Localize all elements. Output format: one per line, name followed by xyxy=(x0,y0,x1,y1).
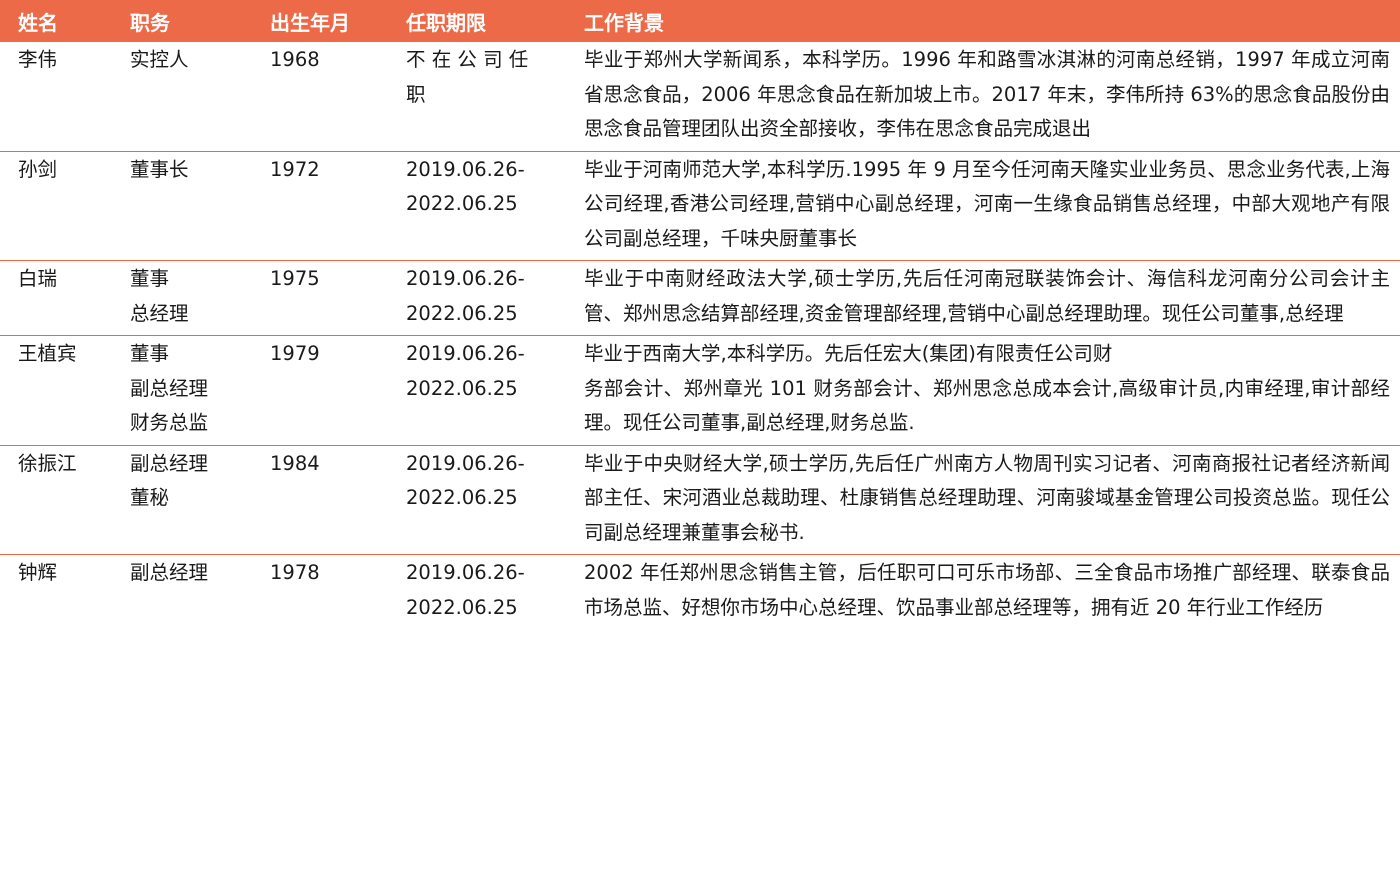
cell-term: 不 在 公 司 任 职 xyxy=(388,42,566,152)
cell-background: 毕业于郑州大学新闻系，本科学历。1996 年和路雪冰淇淋的河南总经销，1997 … xyxy=(566,42,1400,152)
cell-title: 董事长 xyxy=(112,151,252,261)
cell-term: 2019.06.26- 2022.06.25 xyxy=(388,335,566,446)
cell-name: 孙剑 xyxy=(0,151,112,261)
cell-name: 白瑞 xyxy=(0,260,112,336)
cell-name: 李伟 xyxy=(0,42,112,152)
management-table: 姓名 职务 出生年月 任职期限 工作背景 李伟 实控人 1968 不 在 公 司… xyxy=(0,0,1400,629)
cell-birth: 1975 xyxy=(252,260,388,336)
cell-background: 毕业于中央财经大学,硕士学历,先后任广州南方人物周刊实习记者、河南商报社记者经济… xyxy=(566,445,1400,555)
table-row: 钟辉 副总经理 1978 2019.06.26- 2022.06.25 2002… xyxy=(0,555,1400,630)
header-title: 职务 xyxy=(112,0,252,42)
cell-birth: 1972 xyxy=(252,151,388,261)
cell-background: 毕业于西南大学,本科学历。先后任宏大(集团)有限责任公司财 务部会计、郑州章光 … xyxy=(566,335,1400,446)
cell-background: 2002 年任郑州思念销售主管，后任职可口可乐市场部、三全食品市场推广部经理、联… xyxy=(584,561,1390,619)
cell-name: 王植宾 xyxy=(0,335,112,446)
cell-title: 董事 总经理 xyxy=(112,260,252,336)
table-row: 王植宾 董事 副总经理 财务总监 1979 2019.06.26- 2022.0… xyxy=(0,335,1400,446)
header-birth: 出生年月 xyxy=(252,0,388,42)
cell-name: 钟辉 xyxy=(18,561,58,584)
header-background: 工作背景 xyxy=(566,0,1400,42)
cell-title: 副总经理 董秘 xyxy=(112,445,252,555)
cell-term: 2019.06.26- 2022.06.25 xyxy=(388,445,566,555)
cell-birth: 1984 xyxy=(252,445,388,555)
table-row: 白瑞 董事 总经理 1975 2019.06.26- 2022.06.25 毕业… xyxy=(0,260,1400,336)
cell-birth: 1968 xyxy=(252,42,388,152)
cell-birth: 1979 xyxy=(252,335,388,446)
cell-title: 实控人 xyxy=(112,42,252,152)
table-row: 孙剑 董事长 1972 2019.06.26- 2022.06.25 毕业于河南… xyxy=(0,151,1400,261)
table-header-row: 姓名 职务 出生年月 任职期限 工作背景 xyxy=(0,0,1400,42)
cell-term: 2019.06.26- 2022.06.25 xyxy=(406,561,525,619)
cell-name: 徐振江 xyxy=(0,445,112,555)
cell-birth: 1978 xyxy=(270,561,320,584)
cell-background: 毕业于河南师范大学,本科学历.1995 年 9 月至今任河南天隆实业业务员、思念… xyxy=(566,151,1400,261)
table-row: 李伟 实控人 1968 不 在 公 司 任 职 毕业于郑州大学新闻系，本科学历。… xyxy=(0,42,1400,152)
header-name: 姓名 xyxy=(0,0,112,42)
cell-term: 2019.06.26- 2022.06.25 xyxy=(388,151,566,261)
header-term: 任职期限 xyxy=(388,0,566,42)
management-table-page: 姓名 职务 出生年月 任职期限 工作背景 李伟 实控人 1968 不 在 公 司… xyxy=(0,0,1400,878)
cell-term: 2019.06.26- 2022.06.25 xyxy=(388,260,566,336)
table-row: 徐振江 副总经理 董秘 1984 2019.06.26- 2022.06.25 … xyxy=(0,445,1400,555)
cell-title: 副总经理 xyxy=(130,561,209,584)
cell-title: 董事 副总经理 财务总监 xyxy=(112,335,252,446)
cell-background: 毕业于中南财经政法大学,硕士学历,先后任河南冠联装饰会计、海信科龙河南分公司会计… xyxy=(566,260,1400,336)
